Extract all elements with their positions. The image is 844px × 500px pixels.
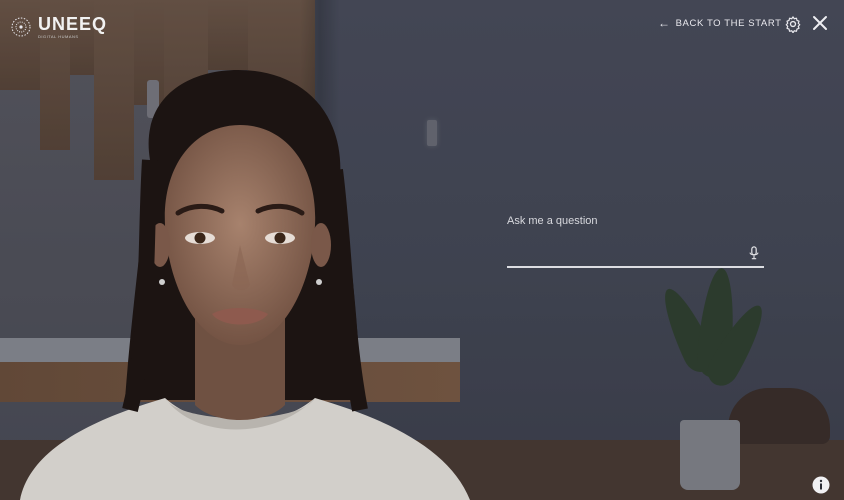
microphone-icon[interactable] [748,246,760,260]
digital-human-avatar [20,70,470,500]
question-input-group: Ask me a question [507,215,764,269]
arrow-left-icon: ← [658,16,671,30]
right-ear [311,223,331,267]
logo-tagline: DIGITAL HUMANS [38,34,79,39]
question-label: Ask me a question [507,215,598,227]
info-icon[interactable] [812,476,830,494]
question-input[interactable] [507,239,745,265]
question-underline [507,266,764,268]
back-to-start-label: BACK TO THE START [675,17,782,29]
close-icon[interactable] [811,14,829,32]
earring [159,279,165,285]
earring [316,279,322,285]
back-to-start-link[interactable]: ← BACK TO THE START [658,17,782,29]
gear-icon[interactable] [784,15,802,33]
uneeq-logo[interactable]: UNEEQ DIGITAL HUMANS [10,15,107,39]
brain-logo-icon [11,17,31,37]
logo-wordmark: UNEEQ [38,14,108,34]
